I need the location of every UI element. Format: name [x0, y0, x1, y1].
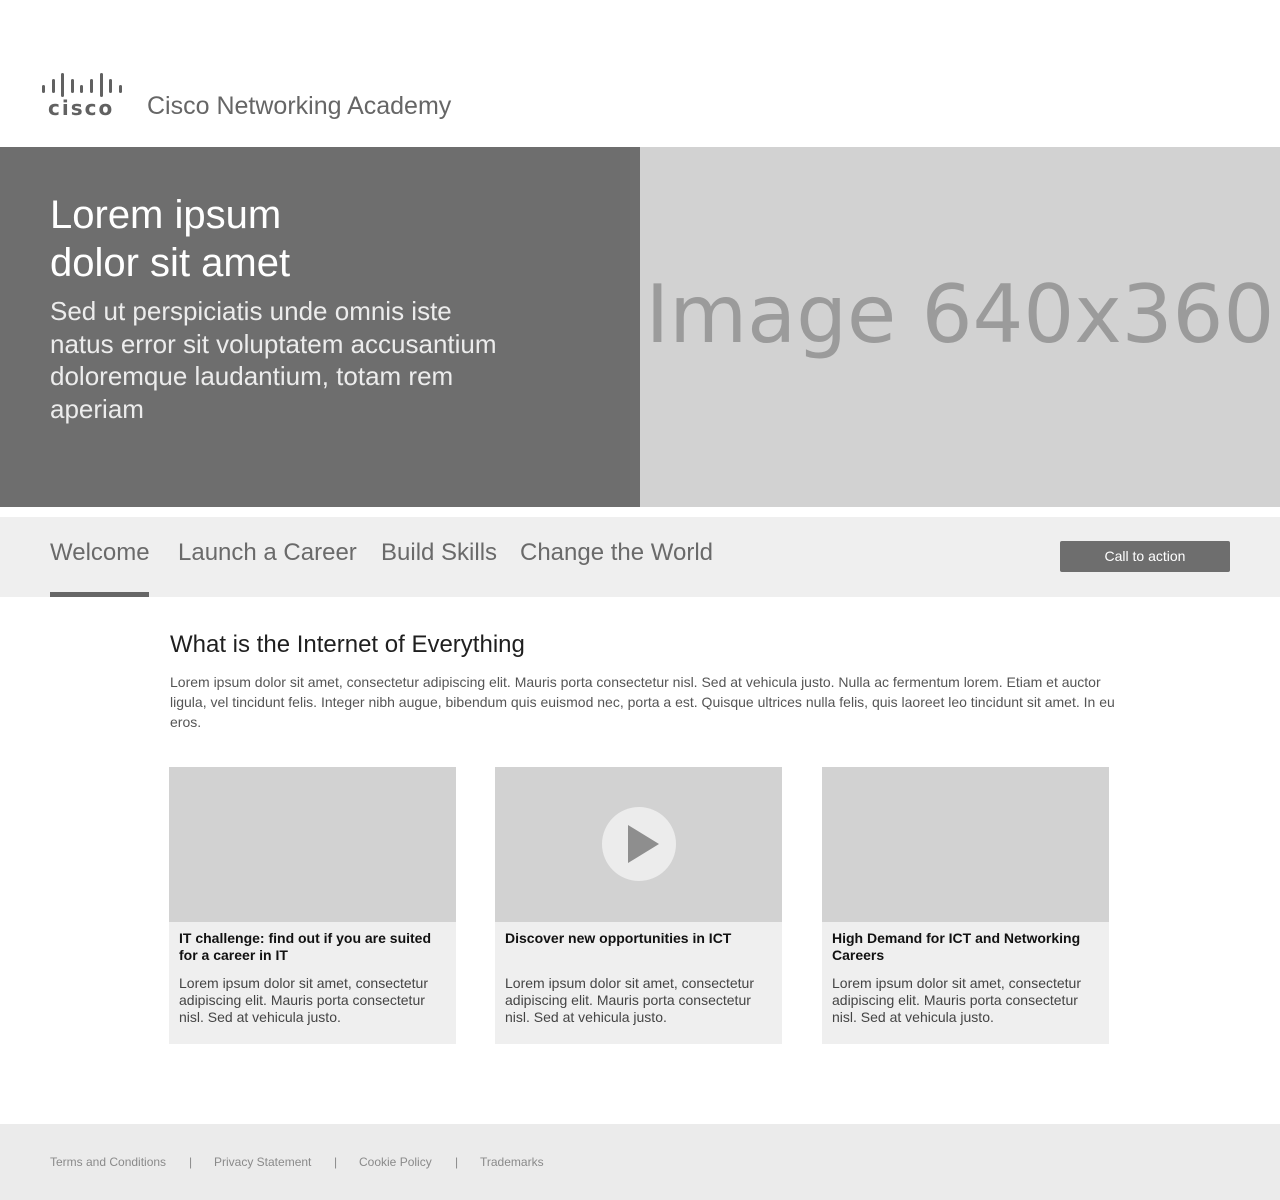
footer-separator: |: [189, 1155, 193, 1169]
hero-subtitle: Sed ut perspiciatis unde omnis iste natu…: [50, 296, 497, 424]
section-body: Lorem ipsum dolor sit amet, consectetur …: [170, 674, 1115, 730]
tab-launch-a-career[interactable]: Launch a Career: [178, 539, 357, 567]
hero-image-placeholder: Image 640x360: [640, 147, 1280, 507]
card-description: Lorem ipsum dolor sit amet, consectetur …: [832, 975, 1081, 1025]
card-image-placeholder: [169, 767, 456, 922]
section-nav: Welcome Launch a Career Build Skills Cha…: [0, 517, 1280, 597]
card-title[interactable]: IT challenge: find out if you are suited…: [179, 930, 447, 964]
cisco-wordmark: cisco: [48, 96, 115, 120]
card-high-demand[interactable]: High Demand for ICT and Networking Caree…: [822, 767, 1109, 1044]
footer-separator: |: [455, 1155, 459, 1169]
footer-separator: |: [334, 1155, 338, 1169]
card-title[interactable]: Discover new opportunities in ICT: [505, 930, 773, 947]
cisco-logo[interactable]: cisco: [42, 72, 124, 120]
call-to-action-button[interactable]: Call to action: [1060, 541, 1230, 572]
cisco-bars-icon: [42, 73, 122, 97]
play-triangle: [628, 825, 659, 863]
card-discover-opportunities[interactable]: Discover new opportunities in ICT Lorem …: [495, 767, 782, 1044]
active-tab-indicator: [50, 592, 149, 597]
image-placeholder-label: Image 640x360: [645, 268, 1275, 361]
hero-title-line-2: dolor sit amet: [50, 241, 291, 285]
tab-build-skills[interactable]: Build Skills: [381, 539, 497, 567]
section-title: What is the Internet of Everything: [170, 631, 525, 658]
hero-title-line-1: Lorem ipsum: [50, 193, 282, 237]
tab-welcome[interactable]: Welcome: [50, 539, 150, 567]
footer-link-cookie-policy[interactable]: Cookie Policy: [359, 1155, 432, 1169]
hero-title: Lorem ipsum dolor sit amet: [50, 191, 570, 287]
hero-banner: Lorem ipsum dolor sit amet Sed ut perspi…: [0, 147, 1280, 507]
card-it-challenge[interactable]: IT challenge: find out if you are suited…: [169, 767, 456, 1044]
card-description: Lorem ipsum dolor sit amet, consectetur …: [179, 975, 428, 1025]
footer-link-terms[interactable]: Terms and Conditions: [50, 1155, 166, 1169]
site-title[interactable]: Cisco Networking Academy: [147, 92, 451, 121]
site-footer: Terms and Conditions | Privacy Statement…: [0, 1124, 1280, 1200]
play-icon[interactable]: [602, 807, 676, 881]
footer-link-privacy[interactable]: Privacy Statement: [214, 1155, 311, 1169]
card-video-placeholder: [495, 767, 782, 922]
card-title[interactable]: High Demand for ICT and Networking Caree…: [832, 930, 1100, 964]
footer-link-trademarks[interactable]: Trademarks: [480, 1155, 544, 1169]
card-description: Lorem ipsum dolor sit amet, consectetur …: [505, 975, 754, 1025]
card-image-placeholder: [822, 767, 1109, 922]
hero-text-panel: Lorem ipsum dolor sit amet Sed ut perspi…: [0, 147, 640, 507]
site-header: cisco Cisco Networking Academy: [0, 0, 1280, 147]
tab-change-the-world[interactable]: Change the World: [520, 539, 713, 567]
